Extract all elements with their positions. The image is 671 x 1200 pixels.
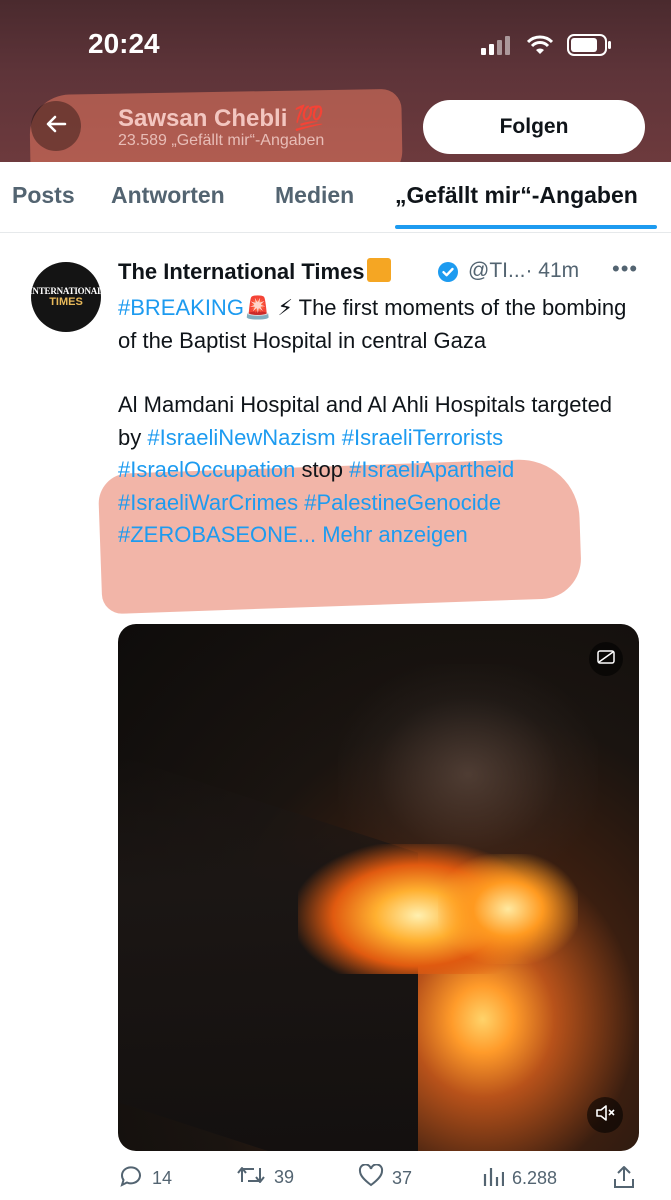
avatar[interactable]: INTERNATIONAL TIMES bbox=[31, 262, 101, 332]
repost-button[interactable]: 39 bbox=[236, 1164, 294, 1191]
reply-button[interactable]: 14 bbox=[118, 1164, 172, 1193]
tweet-text: #BREAKING🚨 ⚡ The first moments of the bo… bbox=[118, 295, 627, 547]
more-options-button[interactable]: ••• bbox=[612, 256, 638, 282]
back-arrow-icon bbox=[45, 113, 67, 140]
status-icons bbox=[481, 34, 613, 61]
tab-media[interactable]: Medien bbox=[275, 182, 354, 209]
hashtag[interactable]: #IsraeliNewNazism bbox=[147, 425, 335, 450]
share-button[interactable] bbox=[612, 1164, 636, 1195]
mute-icon bbox=[595, 1104, 615, 1127]
tab-replies[interactable]: Antworten bbox=[111, 182, 225, 209]
tab-posts[interactable]: Posts bbox=[12, 182, 75, 209]
tweet-actions: 14 39 37 6.288 bbox=[118, 1163, 638, 1196]
profile-tabs: Posts Antworten Medien „Gefällt mir“-Ang… bbox=[0, 162, 671, 233]
sparkle-emoji-icon bbox=[366, 258, 391, 282]
back-button[interactable] bbox=[31, 101, 81, 151]
tweet-author-name[interactable]: The International Times bbox=[118, 258, 391, 285]
follow-button[interactable]: Folgen bbox=[423, 100, 645, 154]
views-button[interactable]: 6.288 bbox=[482, 1164, 557, 1193]
tweet-handle-time: @TI...· 41m bbox=[468, 259, 580, 282]
battery-icon bbox=[567, 34, 613, 61]
share-icon bbox=[612, 1164, 636, 1195]
hashtag[interactable]: #ZEROBASEONE... bbox=[118, 522, 316, 547]
hashtag[interactable]: #IsraeliWarCrimes bbox=[118, 490, 298, 515]
status-time: 20:24 bbox=[88, 28, 160, 59]
tab-likes[interactable]: „Gefällt mir“-Angaben bbox=[395, 182, 638, 209]
show-more-link[interactable]: Mehr anzeigen bbox=[322, 522, 468, 547]
wifi-icon bbox=[526, 35, 554, 60]
repost-icon bbox=[236, 1164, 266, 1191]
signal-icon bbox=[481, 35, 513, 60]
tweet-video[interactable] bbox=[118, 624, 639, 1151]
hashtag[interactable]: #IsraelOccupation bbox=[118, 457, 295, 482]
active-tab-indicator bbox=[395, 225, 657, 229]
hashtag[interactable]: #BREAKING bbox=[118, 295, 244, 320]
hashtag[interactable]: #IsraeliTerrorists bbox=[342, 425, 503, 450]
hashtag[interactable]: #IsraeliApartheid bbox=[349, 457, 514, 482]
like-icon bbox=[358, 1163, 384, 1193]
like-button[interactable]: 37 bbox=[358, 1163, 412, 1193]
closed-captions-icon bbox=[597, 649, 615, 669]
reply-icon bbox=[118, 1164, 144, 1193]
verified-icon bbox=[437, 261, 459, 288]
hashtag[interactable]: #PalestineGenocide bbox=[304, 490, 501, 515]
profile-name: Sawsan Chebli 💯 bbox=[118, 105, 324, 132]
views-icon bbox=[482, 1164, 505, 1193]
closed-captions-button[interactable] bbox=[589, 642, 623, 676]
profile-likes-count: 23.589 „Gefällt mir“-Angaben bbox=[118, 132, 325, 149]
mute-button[interactable] bbox=[587, 1097, 623, 1133]
